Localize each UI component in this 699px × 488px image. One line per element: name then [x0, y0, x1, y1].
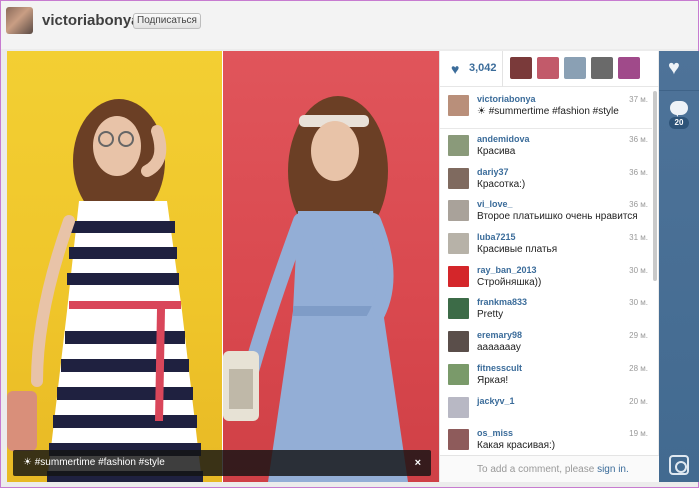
comment-time: 31 м.: [629, 233, 648, 243]
comment-username[interactable]: fitnesscult: [477, 363, 522, 373]
list-item: jackyv_1 20 м.: [440, 393, 652, 426]
comment-username[interactable]: os_miss: [477, 428, 513, 438]
comment-time: 36 м.: [629, 135, 648, 144]
like-button[interactable]: ♥: [659, 51, 699, 91]
liker-avatar[interactable]: [537, 57, 559, 79]
divider: [502, 51, 503, 87]
comment-text: Красива: [477, 146, 516, 157]
close-caption-icon[interactable]: ×: [415, 450, 421, 476]
avatar[interactable]: [448, 135, 469, 156]
instagram-icon[interactable]: [669, 455, 689, 475]
add-comment-prompt: To add a comment, please sign in.: [440, 455, 659, 482]
comment-count-badge: 20: [669, 117, 689, 129]
comment-text: Второе платьишко очень нравится: [477, 211, 638, 223]
photo-caption: ☀ #summertime #fashion #style: [23, 457, 165, 468]
comments-panel: ♥ 3,042 victoriabonya 37 м. ☀ #summertim…: [439, 51, 659, 482]
likes-count[interactable]: 3,042: [469, 62, 497, 74]
liker-avatar[interactable]: [591, 57, 613, 79]
comment-text: Красивые платья: [477, 244, 558, 256]
post-photo[interactable]: ☀ #summertime #fashion #style ×: [7, 51, 439, 482]
comment-time: 20 м.: [629, 396, 648, 406]
speech-bubble-icon: [670, 101, 688, 115]
comment-username[interactable]: frankma833: [477, 297, 527, 307]
heart-icon[interactable]: ♥: [451, 61, 459, 77]
list-item: ray_ban_2013 30 м. Стройняшка)): [440, 262, 652, 295]
likes-row: ♥ 3,042: [440, 51, 659, 87]
comment-username[interactable]: ray_ban_2013: [477, 265, 537, 275]
comment-text: ааааааау: [477, 342, 521, 354]
action-rail: ♥ 20: [659, 51, 699, 482]
comment-text: Какая красивая:): [477, 440, 556, 452]
avatar[interactable]: [448, 396, 469, 418]
heart-icon: ♥: [668, 57, 680, 79]
avatar[interactable]: [448, 167, 469, 189]
avatar[interactable]: [6, 7, 33, 34]
comment-text: Красотка:): [477, 178, 526, 190]
comment-time: 30 м.: [629, 298, 648, 308]
liker-avatar[interactable]: [564, 57, 586, 79]
woman-blue-dress-figure: [223, 96, 408, 482]
comment-text: Стройняшка)): [477, 276, 542, 288]
list-item: andemidova 36 м. Красива: [440, 131, 652, 164]
list-item: fitnesscult 28 м. Яркая!: [440, 360, 652, 393]
comment-username[interactable]: eremary98: [477, 330, 522, 340]
comment-username[interactable]: dariy37: [477, 167, 509, 177]
list-item: victoriabonya 37 м. ☀ #summertime #fashi…: [440, 91, 652, 129]
list-item: vi_love_ 36 м. Второе платьишко очень нр…: [440, 196, 652, 229]
comment-time: 36 м.: [629, 200, 648, 210]
liker-avatar[interactable]: [618, 57, 640, 79]
list-item: eremary98 29 м. ааааааау: [440, 327, 652, 360]
comment-username[interactable]: vi_love_: [477, 199, 513, 209]
avatar[interactable]: [448, 233, 469, 255]
comment-time: 36 м.: [629, 167, 648, 177]
list-item: frankma833 30 м. Pretty: [440, 294, 652, 327]
photo-right-panel: [223, 51, 439, 482]
photo-left-panel: [7, 51, 222, 482]
avatar[interactable]: [448, 298, 469, 320]
comment-username[interactable]: luba7215: [477, 232, 516, 242]
comment-text: Яркая!: [477, 374, 509, 386]
liker-avatar[interactable]: [510, 57, 532, 79]
avatar[interactable]: [448, 429, 469, 451]
avatar[interactable]: [448, 331, 469, 353]
list-item: luba7215 31 м. Красивые платья: [440, 229, 652, 262]
sign-in-link[interactable]: sign in.: [597, 464, 629, 475]
comment-username[interactable]: andemidova: [477, 134, 530, 144]
comment-text: Pretty: [477, 309, 504, 321]
avatar[interactable]: [448, 265, 469, 287]
avatar[interactable]: [448, 363, 469, 385]
comment-time: 30 м.: [629, 265, 648, 275]
comment-text: ☀ #summertime #fashion #style: [477, 106, 619, 117]
comment-time: 28 м.: [629, 363, 648, 373]
comments-list: victoriabonya 37 м. ☀ #summertime #fashi…: [440, 91, 652, 458]
comment-time: 37 м.: [629, 95, 648, 104]
avatar[interactable]: [448, 95, 469, 116]
comments-scrollbar[interactable]: [653, 91, 657, 281]
comment-time: 29 м.: [629, 331, 648, 341]
list-item: os_miss 19 м. Какая красивая:): [440, 425, 652, 458]
add-comment-text: To add a comment, please: [477, 464, 595, 475]
follow-button[interactable]: Подписаться: [133, 13, 201, 29]
comment-username[interactable]: jackyv_1: [477, 396, 515, 406]
photo-caption-bar: ☀ #summertime #fashion #style ×: [13, 450, 431, 476]
list-item: dariy37 36 м. Красотка:): [440, 164, 652, 197]
avatar[interactable]: [448, 200, 469, 222]
comment-time: 19 м.: [629, 429, 648, 439]
profile-username[interactable]: victoriabonya: [42, 12, 140, 29]
woman-striped-dress-figure: [7, 99, 203, 482]
profile-header: victoriabonya Подписаться: [1, 1, 698, 49]
comment-username[interactable]: victoriabonya: [477, 94, 536, 104]
